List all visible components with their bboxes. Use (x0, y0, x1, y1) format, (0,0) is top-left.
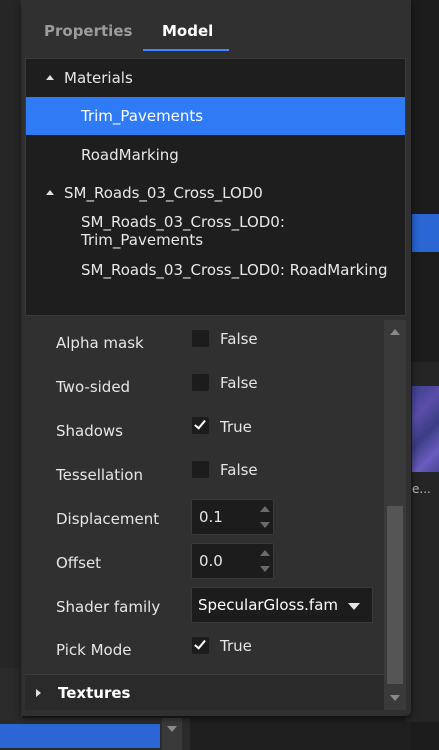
chevron-up-icon (260, 550, 270, 556)
triangle-down-icon[interactable] (46, 75, 54, 80)
stepper-value[interactable]: 0.0 (199, 552, 223, 570)
stepper-value[interactable]: 0.1 (199, 508, 223, 526)
checkbox-value: True (220, 418, 252, 436)
property-tessellation: Tessellation False (25, 451, 381, 495)
background-left-pane (0, 0, 20, 668)
tab-model[interactable]: Model (162, 22, 213, 40)
background-scroll-down-button[interactable] (162, 718, 182, 750)
tree-item-trim-pavements[interactable]: Trim_Pavements (26, 97, 405, 135)
property-label: Shader family (56, 598, 161, 616)
property-label: Shadows (56, 422, 124, 440)
property-alpha-mask: Alpha mask False (25, 320, 381, 364)
select-value: SpecularGloss.fam (198, 596, 339, 614)
offset-stepper[interactable]: 0.0 (191, 543, 274, 579)
stepper-down-button[interactable] (257, 561, 273, 578)
displacement-stepper[interactable]: 0.1 (191, 499, 274, 535)
property-pick-mode: Pick Mode True (25, 628, 381, 672)
caret-down-icon[interactable] (348, 603, 360, 610)
checkbox-value: False (220, 461, 258, 479)
background-selected-bar[interactable] (0, 724, 160, 748)
property-label: Pick Mode (56, 641, 132, 659)
shader-family-select[interactable]: SpecularGloss.fam (191, 587, 373, 623)
checkbox-value: False (220, 374, 258, 392)
stepper-up-button[interactable] (257, 544, 273, 561)
active-tab-indicator (143, 49, 229, 51)
property-label: Displacement (56, 510, 160, 528)
tree-item-mesh-trim-pavements[interactable]: SM_Roads_03_Cross_LOD0: Trim_Pavements (26, 212, 405, 250)
property-shader-family: Shader family SpecularGloss.fam (25, 584, 381, 628)
model-tree: Materials Trim_Pavements RoadMarking SM_… (25, 58, 406, 316)
tree-group-mesh[interactable]: SM_Roads_03_Cross_LOD0 (26, 174, 405, 212)
triangle-down-icon[interactable] (46, 190, 54, 195)
tree-group-label: SM_Roads_03_Cross_LOD0 (64, 184, 263, 202)
property-label: Offset (56, 554, 102, 572)
shadows-checkbox[interactable] (192, 417, 209, 434)
background-right-selection[interactable] (412, 214, 439, 252)
scroll-up-icon[interactable] (390, 329, 400, 335)
scroll-down-icon[interactable] (390, 695, 400, 701)
property-shadows: Shadows True (25, 408, 381, 452)
material-panel: Properties Model Materials Trim_Pavement… (22, 0, 411, 716)
alpha-mask-checkbox[interactable] (192, 330, 209, 347)
checkmark-icon (194, 417, 206, 430)
tree-item-mesh-roadmarking[interactable]: SM_Roads_03_Cross_LOD0: RoadMarking (26, 251, 405, 289)
tab-properties[interactable]: Properties (44, 22, 132, 40)
tree-item-label: SM_Roads_03_Cross_LOD0: Trim_Pavements (81, 213, 285, 249)
material-properties: Alpha mask False Two-sided False Shadows… (25, 320, 381, 674)
tree-item-label: RoadMarking (81, 146, 179, 164)
property-two-sided: Two-sided False (25, 364, 381, 408)
textures-section-header[interactable]: Textures (25, 674, 384, 710)
chevron-down-icon (260, 522, 270, 528)
property-label: Alpha mask (56, 334, 144, 352)
tessellation-checkbox[interactable] (192, 461, 209, 478)
checkmark-icon (194, 637, 206, 650)
texture-thumbnail-caption: e... (412, 482, 431, 496)
tree-item-roadmarking[interactable]: RoadMarking (26, 136, 405, 174)
stepper-down-button[interactable] (257, 517, 273, 534)
property-offset: Offset 0.0 (25, 540, 381, 584)
tree-item-label: Trim_Pavements (81, 107, 204, 125)
section-label: Textures (58, 684, 131, 702)
property-label: Two-sided (56, 378, 131, 396)
chevron-down-icon (167, 726, 177, 732)
checkbox-value: True (220, 637, 252, 655)
property-displacement: Displacement 0.1 (25, 496, 381, 540)
stepper-up-button[interactable] (257, 500, 273, 517)
checkbox-value: False (220, 330, 258, 348)
tree-group-label: Materials (64, 69, 133, 87)
triangle-right-icon[interactable] (36, 689, 41, 697)
panel-tabs: Properties Model (22, 0, 411, 56)
chevron-up-icon (260, 506, 270, 512)
tree-group-materials[interactable]: Materials (26, 59, 405, 97)
pick-mode-checkbox[interactable] (192, 637, 209, 654)
properties-scrollbar[interactable] (384, 320, 406, 710)
chevron-down-icon (260, 566, 270, 572)
property-label: Tessellation (56, 466, 143, 484)
two-sided-checkbox[interactable] (192, 374, 209, 391)
texture-thumbnail[interactable] (412, 386, 439, 472)
tree-item-label: SM_Roads_03_Cross_LOD0: RoadMarking (81, 261, 388, 279)
scrollbar-thumb[interactable] (387, 506, 403, 684)
